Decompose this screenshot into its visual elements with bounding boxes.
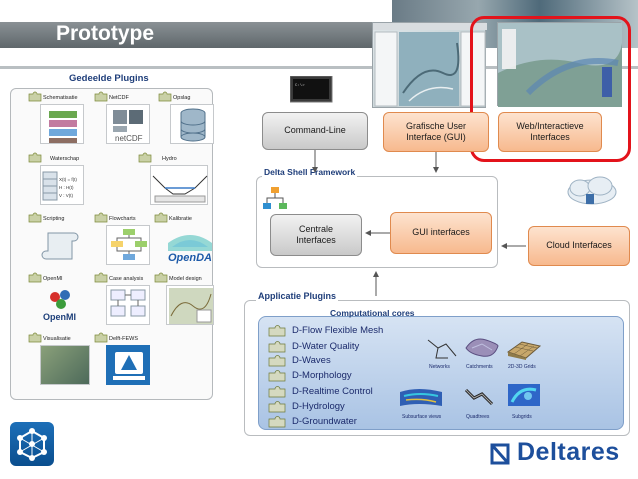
deltares-logo-mark <box>490 443 510 465</box>
thumb-label-networks: Networks <box>429 364 450 370</box>
puzzle-piece-icon <box>268 355 286 367</box>
computational-cores-title: Computational cores <box>330 308 415 318</box>
core-d-water-quality: D-Water Quality <box>292 341 360 352</box>
subsurface-thumbnail <box>400 389 442 406</box>
puzzle-piece-icon <box>268 370 286 382</box>
corner-logo <box>10 422 54 466</box>
grids-3d-thumbnail <box>506 341 542 360</box>
puzzle-piece-icon <box>268 386 286 398</box>
core-d-flow: D-Flow Flexible Mesh <box>292 325 384 336</box>
deltares-wordmark: Deltares <box>517 438 620 466</box>
core-d-morphology: D-Morphology <box>292 370 352 381</box>
core-d-groundwater: D-Groundwater <box>292 416 357 427</box>
quadtrees-thumbnail <box>464 388 494 406</box>
core-d-realtime-control: D-Realtime Control <box>292 386 373 397</box>
thumb-label-catchments: Catchments <box>466 364 493 370</box>
puzzle-piece-icon <box>268 341 286 353</box>
core-d-waves: D-Waves <box>292 355 331 366</box>
puzzle-piece-icon <box>268 416 286 428</box>
puzzle-piece-icon <box>268 325 286 337</box>
applicatie-plugins-title: Applicatie Plugins <box>256 291 339 301</box>
thumb-label-grids: 2D-3D Grids <box>508 364 536 370</box>
thumb-label-quadtrees: Quadtrees <box>466 414 490 420</box>
catchments-thumbnail <box>465 338 499 357</box>
networks-thumbnail <box>427 339 457 359</box>
core-d-hydrology: D-Hydrology <box>292 401 345 412</box>
puzzle-piece-icon <box>268 401 286 413</box>
subgrids-thumbnail <box>508 384 540 406</box>
thumb-label-subgrids: Subgrids <box>512 414 532 420</box>
thumb-label-subsurface: Subsurface views <box>402 414 442 420</box>
